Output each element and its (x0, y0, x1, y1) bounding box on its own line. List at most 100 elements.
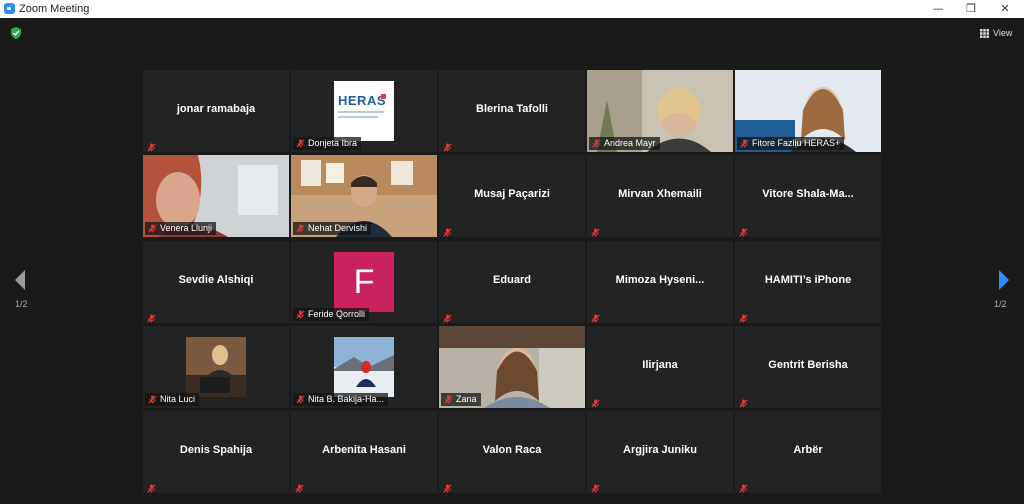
participant-tile[interactable]: Eduard (439, 241, 585, 323)
participant-name: Blerina Tafolli (476, 103, 548, 115)
participant-name: Donjeta Ibra (308, 138, 358, 148)
close-button[interactable]: ✕ (989, 0, 1021, 18)
participant-name-tag: Venera Llunji (145, 222, 217, 235)
participant-tile[interactable]: Mirvan Xhemaili (587, 155, 733, 237)
participant-name: Ilirjana (642, 359, 678, 371)
participant-tile[interactable]: Argjira Juniku (587, 411, 733, 493)
muted-mic-icon (592, 139, 601, 148)
participant-name: Mirvan Xhemaili (618, 188, 702, 200)
participant-tile[interactable]: Ilirjana (587, 326, 733, 408)
participant-name-tag: Nita B. Bakija-Ha... (293, 393, 389, 406)
view-button[interactable]: View (978, 26, 1016, 42)
participant-name-tag: Nita Luci (145, 393, 200, 406)
participant-name-tag: Andrea Mayr (589, 137, 660, 150)
muted-mic-icon (739, 480, 748, 493)
zoom-app-icon (4, 3, 15, 14)
participant-name: Vitore Shala-Ma... (762, 188, 854, 200)
muted-mic-icon (591, 395, 600, 408)
participant-tile[interactable]: Nita Luci (143, 326, 289, 408)
participant-name-tag: Fitore Fazliu HERAS+ (737, 137, 845, 150)
participant-tile[interactable]: Vitore Shala-Ma... (735, 155, 881, 237)
participant-tile[interactable]: Denis Spahija (143, 411, 289, 493)
muted-mic-icon (296, 395, 305, 404)
meeting-stage: View 1/2 1/2 jonar ramabaja HERAS Donjeta … (0, 18, 1024, 504)
participant-name: jonar ramabaja (176, 103, 256, 115)
participant-tile[interactable]: Venera Llunji (143, 155, 289, 237)
next-page-arrow-icon[interactable] (996, 268, 1012, 292)
participant-name: Denis Spahija (179, 444, 253, 456)
participant-name: Sevdie Alshiqi (178, 274, 254, 286)
participant-name-tag: Donjeta Ibra (293, 137, 362, 150)
muted-mic-icon (739, 395, 748, 408)
minimize-button[interactable]: — (922, 0, 954, 18)
muted-mic-icon (444, 395, 453, 404)
participant-name-tag: Feride Qorrolli (293, 308, 370, 321)
participant-name: Arbër (793, 444, 823, 456)
participant-name: Zana (456, 394, 477, 404)
initial-avatar: F (334, 252, 394, 312)
muted-mic-icon (148, 224, 157, 233)
view-label: View (993, 28, 1013, 38)
heras-logo-avatar: HERAS (334, 81, 394, 141)
participant-name: Mimoza Hyseni... (615, 274, 705, 286)
muted-mic-icon (148, 395, 157, 404)
participant-tile[interactable]: Musaj Paçarizi (439, 155, 585, 237)
muted-mic-icon (295, 480, 304, 493)
participant-tile[interactable]: HERAS Donjeta Ibra (291, 70, 437, 152)
participant-tile[interactable]: Zana (439, 326, 585, 408)
participant-name-tag: Nehat Dervishi (293, 222, 372, 235)
participant-name: HAMITI’s iPhone (764, 274, 852, 286)
participant-tile[interactable]: Gentrit Berisha (735, 326, 881, 408)
participant-tile[interactable]: Sevdie Alshiqi (143, 241, 289, 323)
muted-mic-icon (147, 139, 156, 152)
participant-name: Nita B. Bakija-Ha... (308, 394, 385, 404)
participant-tile[interactable]: Nehat Dervishi (291, 155, 437, 237)
security-shield-icon[interactable] (11, 27, 21, 39)
participant-name: Nita Luci (160, 394, 196, 404)
participant-name: Arbenita Hasani (322, 444, 406, 456)
participant-tile[interactable]: HAMITI’s iPhone (735, 241, 881, 323)
participant-tile[interactable]: Arbenita Hasani (291, 411, 437, 493)
muted-mic-icon (296, 310, 305, 319)
participant-name: Gentrit Berisha (768, 359, 848, 371)
muted-mic-icon (591, 480, 600, 493)
restore-button[interactable]: ❐ (955, 0, 987, 18)
previous-page-arrow-icon[interactable] (12, 268, 28, 292)
participant-tile[interactable]: jonar ramabaja (143, 70, 289, 152)
muted-mic-icon (739, 310, 748, 323)
profile-picture-avatar (186, 337, 246, 397)
participant-name: Venera Llunji (160, 223, 213, 233)
muted-mic-icon (739, 224, 748, 237)
participant-name: Valon Raca (482, 444, 542, 456)
title-bar: Zoom Meeting — ❐ ✕ (0, 0, 1024, 18)
participant-tile[interactable]: Valon Raca (439, 411, 585, 493)
muted-mic-icon (296, 139, 305, 148)
muted-mic-icon (443, 139, 452, 152)
muted-mic-icon (591, 310, 600, 323)
muted-mic-icon (443, 224, 452, 237)
participant-name: Nehat Dervishi (308, 223, 368, 233)
participant-tile[interactable]: Arbër (735, 411, 881, 493)
participant-name: Feride Qorrolli (308, 309, 366, 319)
muted-mic-icon (740, 139, 749, 148)
window-title: Zoom Meeting (19, 3, 90, 15)
muted-mic-icon (591, 224, 600, 237)
participant-tile[interactable]: Fitore Fazliu HERAS+ (735, 70, 881, 152)
participant-name: Andrea Mayr (604, 138, 656, 148)
muted-mic-icon (443, 480, 452, 493)
participant-name: Argjira Juniku (623, 444, 697, 456)
participant-tile[interactable]: Mimoza Hyseni... (587, 241, 733, 323)
participant-tile[interactable]: Nita B. Bakija-Ha... (291, 326, 437, 408)
profile-picture-avatar (334, 337, 394, 397)
participant-name-tag: Zana (441, 393, 481, 406)
participant-tile[interactable]: F Feride Qorrolli (291, 241, 437, 323)
muted-mic-icon (296, 224, 305, 233)
participant-name: Musaj Paçarizi (474, 188, 550, 200)
page-indicator-left: 1/2 (15, 299, 28, 309)
grid-view-icon (980, 29, 989, 38)
heras-logo-text: HERAS (338, 93, 387, 108)
muted-mic-icon (147, 480, 156, 493)
participant-name: Eduard (493, 274, 531, 286)
participant-tile[interactable]: Blerina Tafolli (439, 70, 585, 152)
participant-tile[interactable]: Andrea Mayr (587, 70, 733, 152)
